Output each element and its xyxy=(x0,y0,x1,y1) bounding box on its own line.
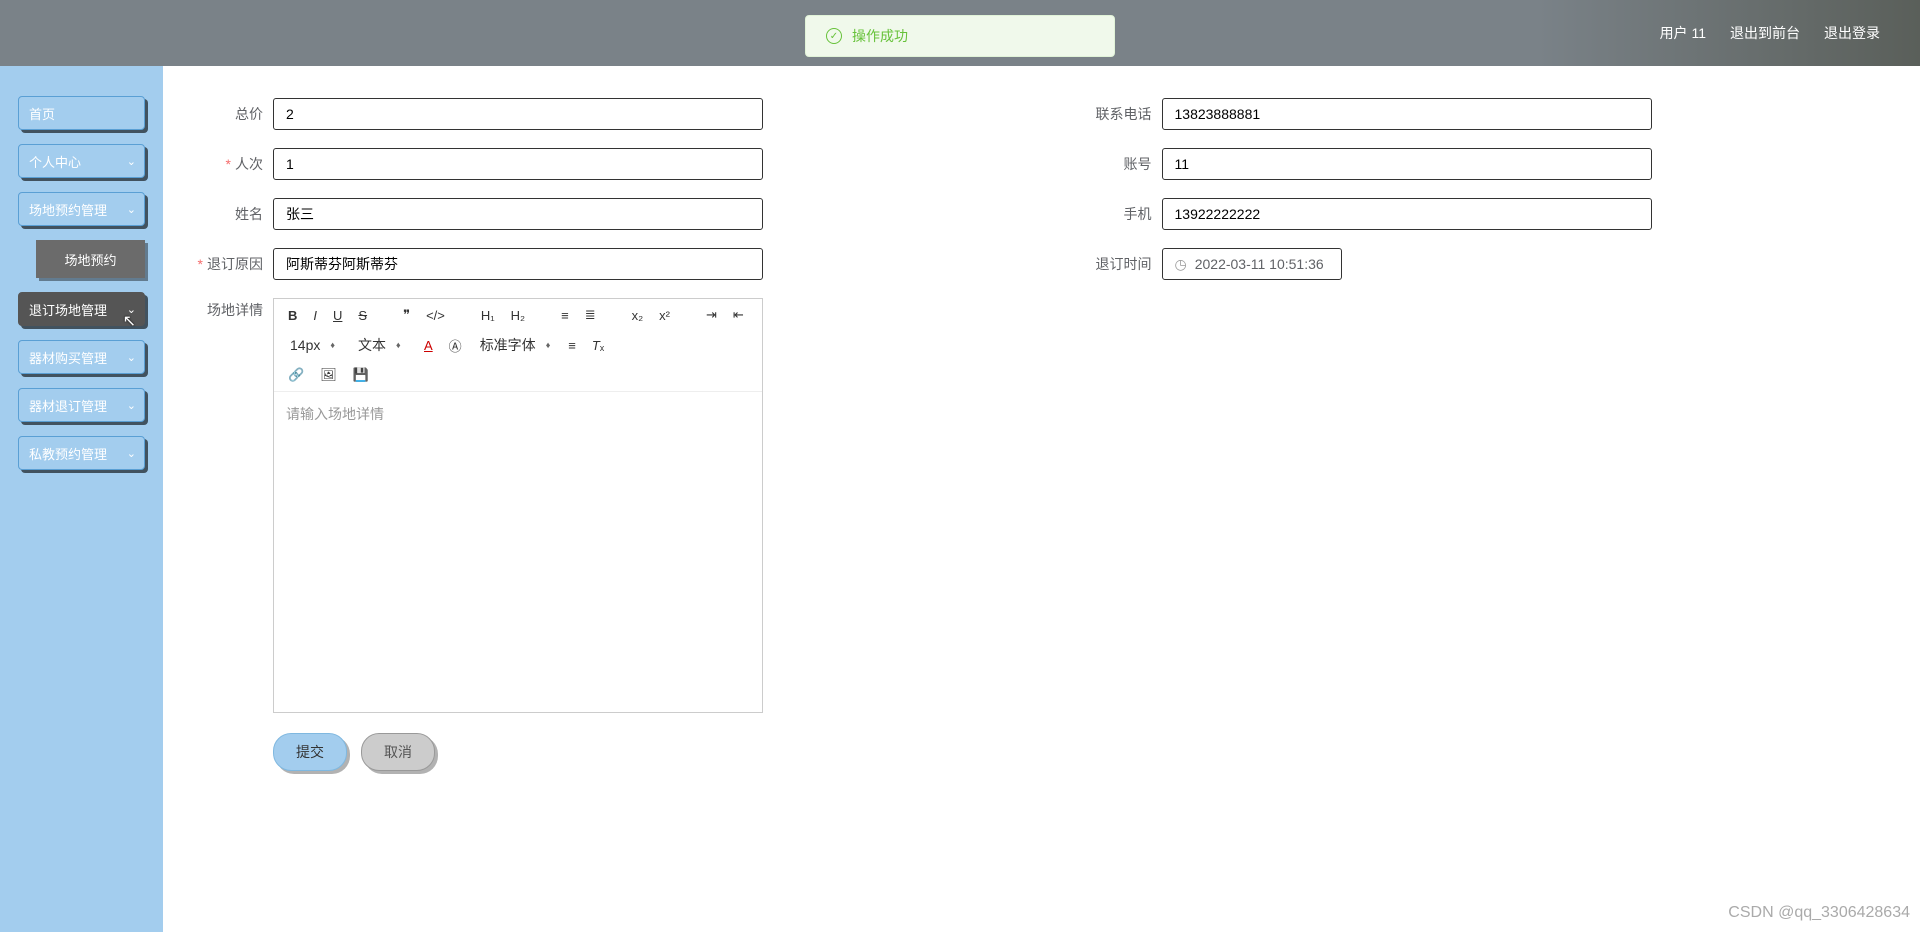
sidebar-item-label: 个人中心 xyxy=(29,152,81,171)
contact-phone-input[interactable] xyxy=(1162,98,1652,130)
h1-icon[interactable]: H₁ xyxy=(477,306,499,325)
header-links: 用户 11 退出到前台 退出登录 xyxy=(1660,23,1880,43)
total-price-input[interactable] xyxy=(273,98,763,130)
font-family-select[interactable]: 标准字体♦ xyxy=(474,333,557,357)
sidebar-item-equipment-cancel[interactable]: 器材退订管理 ⌄ xyxy=(18,388,145,422)
sidebar-item-label: 私教预约管理 xyxy=(29,444,107,463)
bold-icon[interactable]: B xyxy=(284,306,301,325)
cancel-time-value: 2022-03-11 10:51:36 xyxy=(1195,256,1324,272)
sidebar-submenu-label: 场地预约 xyxy=(64,250,116,269)
chevron-down-icon: ⌄ xyxy=(127,155,136,168)
sidebar-item-label: 场地预约管理 xyxy=(29,200,107,219)
h2-icon[interactable]: H₂ xyxy=(507,306,529,325)
rich-text-editor: B I U S ❞ </> H₁ H₂ ≡ ≣ x₂ x² ⇥ ⇤ xyxy=(273,298,763,713)
cancel-button[interactable]: 取消 xyxy=(361,733,435,771)
mobile-label: 手机 xyxy=(1082,204,1152,224)
form-row-person-count: 人次 xyxy=(193,148,1002,180)
toast-message: 操作成功 xyxy=(852,26,908,46)
chevron-down-icon: ⌄ xyxy=(127,447,136,460)
chevron-down-icon: ⌄ xyxy=(127,203,136,216)
text-type-select[interactable]: 文本♦ xyxy=(352,333,412,357)
account-label: 账号 xyxy=(1082,154,1152,174)
form-row-total-price: 总价 xyxy=(193,98,1002,130)
sidebar-item-cancel-venue[interactable]: 退订场地管理 ⌄ ↖ xyxy=(18,292,145,326)
cancel-time-label: 退订时间 xyxy=(1082,254,1152,274)
editor-content-area[interactable]: 请输入场地详情 xyxy=(274,392,762,712)
subscript-icon[interactable]: x₂ xyxy=(628,306,648,325)
sidebar: 首页 个人中心 ⌄ 场地预约管理 ⌄ 场地预约 退订场地管理 ⌄ ↖ 器材购买管… xyxy=(0,66,163,932)
venue-details-label: 场地详情 xyxy=(193,300,263,320)
logout-link[interactable]: 退出登录 xyxy=(1824,23,1880,43)
exit-front-link[interactable]: 退出到前台 xyxy=(1730,23,1800,43)
header-bar: ✓ 操作成功 用户 11 退出到前台 退出登录 xyxy=(0,0,1920,66)
superscript-icon[interactable]: x² xyxy=(655,306,674,325)
clear-format-icon[interactable]: Tₓ xyxy=(588,336,608,355)
mobile-input[interactable] xyxy=(1162,198,1652,230)
clock-icon: ◷ xyxy=(1175,256,1187,273)
strikethrough-icon[interactable]: S xyxy=(354,306,371,325)
italic-icon[interactable]: I xyxy=(309,306,321,325)
sidebar-item-home[interactable]: 首页 xyxy=(18,96,145,130)
sidebar-item-equipment-buy[interactable]: 器材购买管理 ⌄ xyxy=(18,340,145,374)
chevron-down-icon: ⌄ xyxy=(127,351,136,364)
code-icon[interactable]: </> xyxy=(422,306,449,325)
contact-phone-label: 联系电话 xyxy=(1082,104,1152,124)
chevron-down-icon: ⌄ xyxy=(127,399,136,412)
editor-toolbar: B I U S ❞ </> H₁ H₂ ≡ ≣ x₂ x² ⇥ ⇤ xyxy=(274,299,762,392)
watermark: CSDN @qq_3306428634 xyxy=(1728,904,1910,922)
form-row-venue-details: 场地详情 B I U S ❞ </> H₁ H₂ ≡ ≣ x₂ x² ⇥ xyxy=(193,298,1890,713)
cursor-icon: ↖ xyxy=(123,311,136,331)
check-circle-icon: ✓ xyxy=(826,28,842,44)
sidebar-item-label: 退订场地管理 xyxy=(29,300,107,319)
sidebar-item-label: 器材退订管理 xyxy=(29,396,107,415)
outdent-icon[interactable]: ⇤ xyxy=(729,305,748,325)
indent-icon[interactable]: ⇥ xyxy=(702,305,721,325)
form-row-cancel-time: 退订时间 ◷ 2022-03-11 10:51:36 xyxy=(1082,248,1891,280)
align-icon[interactable]: ≡ xyxy=(564,336,580,355)
highlight-icon[interactable]: Ⓐ xyxy=(445,334,466,357)
sidebar-item-label: 首页 xyxy=(29,104,55,123)
button-row: 提交 取消 xyxy=(273,733,1890,771)
user-label[interactable]: 用户 11 xyxy=(1660,23,1706,43)
person-count-input[interactable] xyxy=(273,148,763,180)
total-price-label: 总价 xyxy=(193,104,263,124)
save-icon[interactable]: 💾 xyxy=(349,365,373,385)
form-row-cancel-reason: 退订原因 xyxy=(193,248,1002,280)
sidebar-submenu-venue-booking[interactable]: 场地预约 xyxy=(36,240,145,278)
ordered-list-icon[interactable]: ≡ xyxy=(557,306,573,325)
link-icon[interactable]: 🔗 xyxy=(284,365,308,385)
cancel-time-input[interactable]: ◷ 2022-03-11 10:51:36 xyxy=(1162,248,1342,280)
quote-icon[interactable]: ❞ xyxy=(399,305,414,325)
main-content: 总价 联系电话 人次 账号 姓名 手机 退订原因 xyxy=(163,66,1920,795)
name-input[interactable] xyxy=(273,198,763,230)
unordered-list-icon[interactable]: ≣ xyxy=(581,305,600,325)
sidebar-item-personal[interactable]: 个人中心 ⌄ xyxy=(18,144,145,178)
form-row-name: 姓名 xyxy=(193,198,1002,230)
underline-icon[interactable]: U xyxy=(329,306,346,325)
cancel-reason-input[interactable] xyxy=(273,248,763,280)
cancel-reason-label: 退订原因 xyxy=(193,254,263,274)
form-row-account: 账号 xyxy=(1082,148,1891,180)
name-label: 姓名 xyxy=(193,204,263,224)
person-count-label: 人次 xyxy=(193,154,263,174)
form-grid: 总价 联系电话 人次 账号 姓名 手机 退订原因 xyxy=(193,90,1890,298)
account-input[interactable] xyxy=(1162,148,1652,180)
sidebar-item-venue-booking[interactable]: 场地预约管理 ⌄ xyxy=(18,192,145,226)
font-size-select[interactable]: 14px♦ xyxy=(284,335,344,355)
font-color-icon[interactable]: A xyxy=(420,336,437,355)
sidebar-item-label: 器材购买管理 xyxy=(29,348,107,367)
form-row-contact-phone: 联系电话 xyxy=(1082,98,1891,130)
image-icon[interactable]: 🖼 xyxy=(316,365,341,385)
submit-button[interactable]: 提交 xyxy=(273,733,347,771)
form-row-mobile: 手机 xyxy=(1082,198,1891,230)
success-toast: ✓ 操作成功 xyxy=(805,15,1115,57)
sidebar-item-coach-booking[interactable]: 私教预约管理 ⌄ xyxy=(18,436,145,470)
